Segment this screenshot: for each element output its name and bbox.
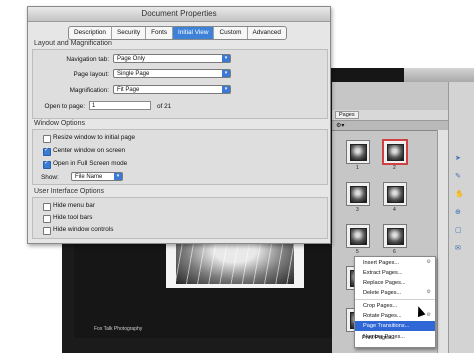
page-layout-label: Page layout: bbox=[73, 71, 109, 78]
page-thumbnail[interactable] bbox=[383, 182, 407, 206]
hand-tool-icon[interactable]: ✋ bbox=[455, 190, 464, 198]
nav-tab-value: Page Only bbox=[117, 56, 146, 62]
comment-tool-icon[interactable]: ✉ bbox=[455, 244, 461, 252]
window-options-group: Resize window to initial page Center win… bbox=[32, 129, 328, 185]
tab-initial-view[interactable]: Initial View bbox=[173, 27, 215, 39]
page-thumbnail[interactable] bbox=[346, 224, 370, 248]
zoom-tool-icon[interactable]: ⊕ bbox=[455, 208, 461, 216]
edit-tool-icon[interactable]: ✎ bbox=[455, 172, 461, 180]
pages-tab[interactable]: Pages bbox=[335, 111, 359, 119]
nav-tab-label: Navigation tab: bbox=[66, 56, 109, 63]
resize-window-checkbox[interactable] bbox=[43, 135, 51, 143]
hide-menu-label: Hide menu bar bbox=[53, 202, 95, 209]
pages-panel-toolbar: ⚙▾ bbox=[332, 121, 448, 131]
select-tool-icon[interactable]: ▢ bbox=[455, 226, 462, 234]
center-window-checkbox[interactable] bbox=[43, 146, 51, 156]
dialog-tabbar: Description Security Fonts Initial View … bbox=[68, 26, 287, 40]
page-thumbnail[interactable] bbox=[346, 182, 370, 206]
open-to-page-label: Open to page: bbox=[44, 103, 85, 110]
document-photo bbox=[176, 242, 294, 284]
page-layout-select[interactable]: Single Page ▾ bbox=[113, 69, 231, 78]
layout-group: Navigation tab: Page Only ▾ Page layout:… bbox=[32, 49, 328, 119]
tab-fonts[interactable]: Fonts bbox=[146, 27, 174, 39]
fullscreen-checkbox[interactable] bbox=[43, 159, 51, 169]
magnification-value: Fit Page bbox=[117, 87, 140, 93]
chevron-down-icon: ▾ bbox=[114, 173, 122, 180]
gear-icon: ⚙ bbox=[426, 289, 431, 295]
pointer-tool-icon[interactable]: ➤ bbox=[455, 154, 461, 162]
window-options-section-title: Window Options bbox=[34, 120, 85, 127]
page-thumbnail-number: 1 bbox=[356, 165, 359, 171]
hide-window-controls-label: Hide window controls bbox=[53, 226, 114, 233]
menu-item-delete-pages[interactable]: Delete Pages... bbox=[355, 288, 435, 298]
show-select[interactable]: File Name ▾ bbox=[71, 172, 123, 181]
ui-options-group: Hide menu bar Hide tool bars Hide window… bbox=[32, 197, 328, 239]
tab-custom[interactable]: Custom bbox=[214, 27, 248, 39]
page-thumbnail-number: 2 bbox=[393, 165, 396, 171]
page-thumbnail-number: 4 bbox=[393, 207, 396, 213]
menu-item-replace-pages[interactable]: Replace Pages... bbox=[355, 278, 435, 288]
gear-icon: ⚙ bbox=[426, 312, 431, 318]
page-thumbnail-number: 3 bbox=[356, 207, 359, 213]
document-page bbox=[166, 238, 304, 288]
pages-panel-scrollbar[interactable] bbox=[437, 130, 448, 353]
center-window-label: Center window on screen bbox=[53, 147, 126, 154]
hide-toolbars-checkbox[interactable] bbox=[43, 215, 51, 223]
hide-menu-checkbox[interactable] bbox=[43, 203, 51, 211]
document-footer-text: Fox Talk Photography bbox=[94, 326, 143, 332]
page-thumbnail-number: 6 bbox=[393, 249, 396, 255]
menu-separator bbox=[355, 299, 435, 300]
options-menu-icon[interactable]: ⚙▾ bbox=[336, 122, 344, 129]
page-thumbnail-number: 5 bbox=[356, 249, 359, 255]
page-thumbnail[interactable] bbox=[346, 140, 370, 164]
open-to-page-input[interactable]: 1 bbox=[89, 101, 151, 110]
menu-item-insert-pages[interactable]: Insert Pages... bbox=[355, 258, 435, 268]
menu-item-print-pages[interactable]: Print Pages... bbox=[354, 333, 434, 343]
chevron-down-icon: ▾ bbox=[222, 55, 230, 62]
page-count-text: of 21 bbox=[157, 103, 172, 110]
menu-item-page-transitions[interactable]: Page Transitions... bbox=[355, 321, 435, 331]
tab-description[interactable]: Description bbox=[69, 27, 112, 39]
page-layout-value: Single Page bbox=[117, 71, 150, 77]
menu-item-extract-pages[interactable]: Extract Pages... bbox=[355, 268, 435, 278]
show-label: Show: bbox=[41, 174, 59, 181]
dialog-title: Document Properties bbox=[141, 9, 217, 18]
page-thumbnail[interactable] bbox=[383, 224, 407, 248]
pages-panel-header: Pages bbox=[332, 110, 448, 121]
tab-advanced[interactable]: Advanced bbox=[248, 27, 286, 39]
ui-options-section-title: User Interface Options bbox=[34, 188, 105, 195]
gear-icon: ⚙ bbox=[426, 259, 431, 265]
tab-security[interactable]: Security bbox=[112, 27, 147, 39]
magnification-select[interactable]: Fit Page ▾ bbox=[113, 85, 231, 94]
chevron-down-icon: ▾ bbox=[222, 86, 230, 93]
show-value: File Name bbox=[75, 174, 103, 180]
nav-tab-select[interactable]: Page Only ▾ bbox=[113, 54, 231, 63]
magnification-label: Magnification: bbox=[69, 87, 109, 94]
resize-window-label: Resize window to initial page bbox=[53, 134, 136, 141]
page-thumbnail-selected[interactable] bbox=[382, 139, 408, 165]
tool-strip: ➤ ✎ ✋ ⊕ ▢ ✉ bbox=[448, 82, 474, 353]
fullscreen-label: Open in Full Screen mode bbox=[53, 160, 128, 167]
hide-window-controls-checkbox[interactable] bbox=[43, 227, 51, 235]
layout-section-title: Layout and Magnification bbox=[34, 40, 112, 47]
dialog-titlebar: Document Properties bbox=[28, 7, 330, 22]
hide-toolbars-label: Hide tool bars bbox=[53, 214, 93, 221]
chevron-down-icon: ▾ bbox=[222, 70, 230, 77]
document-properties-dialog: Document Properties Description Security… bbox=[27, 6, 331, 244]
